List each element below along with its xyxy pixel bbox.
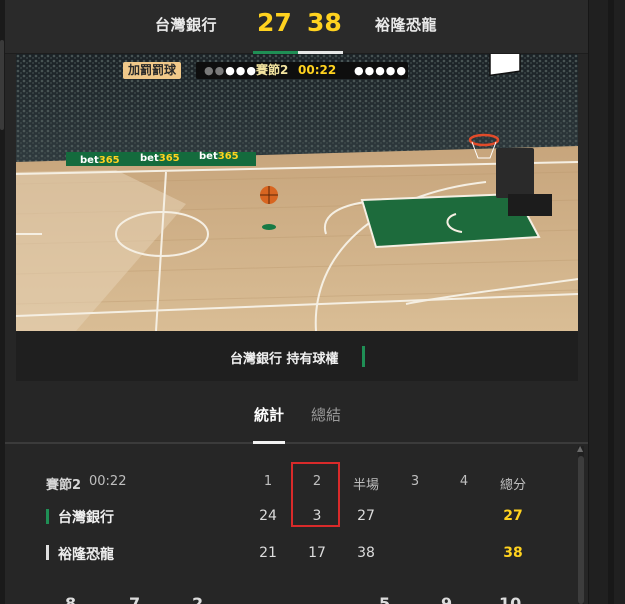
table-away-team: 裕隆恐龍 — [58, 547, 114, 563]
bottom-stat-4: 5 — [379, 594, 391, 604]
column-header-q4: 4 — [459, 474, 469, 489]
possession-panel: 台灣銀行 持有球權 — [16, 331, 578, 381]
match-court-view: bet365 bet365 bet365 加罰罰球 ●●●●● 賽節2 00:2… — [16, 54, 578, 331]
right-scrollbar[interactable] — [608, 0, 614, 604]
table-time: 00:22 — [89, 474, 127, 489]
court-graphic: bet365 bet365 bet365 — [16, 54, 578, 331]
column-header-half: 半場 — [352, 478, 379, 493]
scroll-up-icon[interactable]: ▲ — [577, 444, 583, 453]
possession-dots-left: ●●●●● — [204, 64, 257, 77]
away-team-marker — [46, 545, 49, 560]
game-clock-bar: ●●●●● 賽節2 00:22 ●●●●● — [196, 62, 408, 79]
svg-text:bet365: bet365 — [140, 153, 180, 164]
active-tab-indicator — [253, 441, 285, 444]
table-scrollbar-thumb[interactable] — [578, 456, 584, 604]
table-row-home-half: 27 — [357, 508, 375, 524]
home-team-marker — [46, 509, 49, 524]
free-throw-badge: 加罰罰球 — [123, 62, 182, 79]
table-row-away-q2: 17 — [308, 545, 326, 561]
column-header-total: 總分 — [499, 478, 526, 493]
left-scrollbar-thumb[interactable] — [0, 40, 4, 130]
bottom-stat-5: 9 — [441, 594, 453, 604]
possession-indicator — [362, 346, 365, 367]
svg-text:bet365: bet365 — [80, 155, 120, 166]
highlighted-quarter-column — [291, 462, 340, 527]
sponsor-boards: bet365 bet365 bet365 — [66, 151, 256, 166]
column-header-q1: 1 — [263, 474, 273, 489]
right-panel-edge — [588, 0, 625, 604]
away-team-name: 裕隆恐龍 — [375, 16, 438, 34]
bottom-stat-1: 8 — [65, 594, 77, 604]
possession-dots-right: ●●●●● — [354, 64, 407, 77]
table-scrollbar[interactable]: ▲ — [577, 444, 584, 604]
tab-stats[interactable]: 統計 — [254, 404, 284, 425]
table-row-away-total: 38 — [503, 545, 523, 561]
possession-text: 台灣銀行 持有球權 — [230, 352, 339, 367]
table-row-away-q1: 21 — [259, 545, 277, 561]
table-row-home-q1: 24 — [259, 508, 277, 524]
stats-tabs: 統計 總結 — [5, 392, 588, 444]
bottom-stat-3: 2 — [192, 594, 204, 604]
column-header-q3: 3 — [410, 474, 420, 489]
svg-text:bet365: bet365 — [199, 151, 239, 162]
away-score: 38 — [307, 8, 342, 37]
game-clock: 00:22 — [298, 63, 337, 77]
table-period: 賽節2 — [46, 478, 82, 493]
period-label: 賽節2 — [256, 63, 289, 77]
quarter-score-table: ▲ 賽節2 00:22 1 2 半場 3 4 總分 台灣銀行 24 3 27 2… — [5, 444, 588, 604]
table-row-home-total: 27 — [503, 508, 523, 524]
home-team-name: 台灣銀行 — [155, 16, 218, 34]
tab-summary[interactable]: 總結 — [311, 404, 341, 425]
home-score: 27 — [257, 8, 292, 37]
bottom-stat-2: 7 — [129, 594, 141, 604]
table-row-away-half: 38 — [357, 545, 375, 561]
bottom-stat-6: 10 — [499, 594, 522, 604]
table-home-team: 台灣銀行 — [58, 510, 114, 526]
score-header: 台灣銀行 27 38 裕隆恐龍 — [5, 0, 588, 54]
